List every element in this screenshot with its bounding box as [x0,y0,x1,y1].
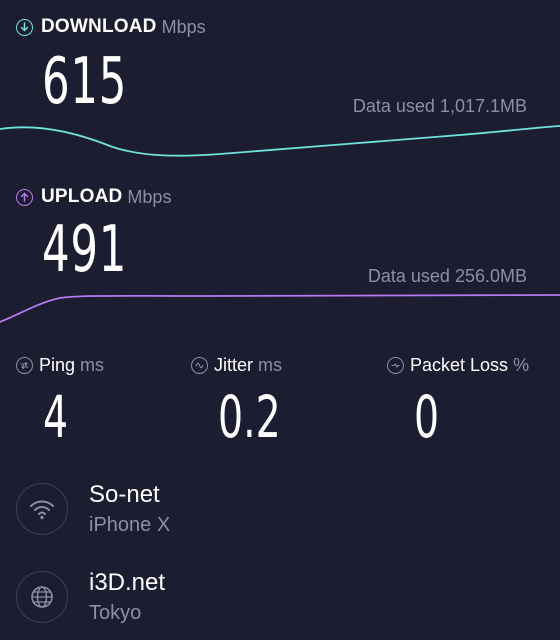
upload-data-used: Data used 256.0MB [367,266,527,286]
ping-value: 4 [43,383,69,451]
connection-name: So-net [89,481,160,508]
download-data-used: Data used 1,017.1MB [352,96,527,116]
upload-header: UPLOAD Mbps [16,184,171,210]
download-graph [0,125,560,157]
server-name: i3D.net [89,569,166,596]
connection-row[interactable]: So-net iPhone X [16,480,170,538]
arrow-down-circle-icon [16,18,33,36]
download-title: DOWNLOAD [41,16,157,37]
packet-loss-icon [387,356,404,374]
jitter-stat: Jitter ms 0.2 [191,352,283,446]
globe-icon [16,571,68,623]
upload-unit: Mbps [127,186,172,207]
download-header: DOWNLOAD Mbps [16,14,206,40]
arrow-up-circle-icon [16,188,33,206]
upload-title: UPLOAD [41,186,123,207]
download-unit: Mbps [161,16,206,37]
connection-device: iPhone X [89,514,171,536]
jitter-icon [191,356,208,374]
ping-unit: ms [80,354,105,375]
wifi-icon [16,483,68,535]
packet-loss-unit: % [513,354,530,375]
jitter-title: Jitter [214,354,254,375]
packet-loss-title: Packet Loss [410,354,509,375]
ping-stat: Ping ms 4 [16,352,105,446]
server-row[interactable]: i3D.net Tokyo [16,568,165,626]
ping-icon [16,356,33,374]
ping-title: Ping [39,354,76,375]
upload-speed-value: 491 [42,213,128,287]
download-speed-value: 615 [42,45,128,119]
upload-graph [0,294,560,323]
server-location: Tokyo [89,602,142,624]
jitter-unit: ms [258,354,283,375]
packet-loss-stat: Packet Loss % 0 [387,352,530,446]
jitter-value: 0.2 [218,383,281,451]
packet-loss-value: 0 [414,383,440,451]
